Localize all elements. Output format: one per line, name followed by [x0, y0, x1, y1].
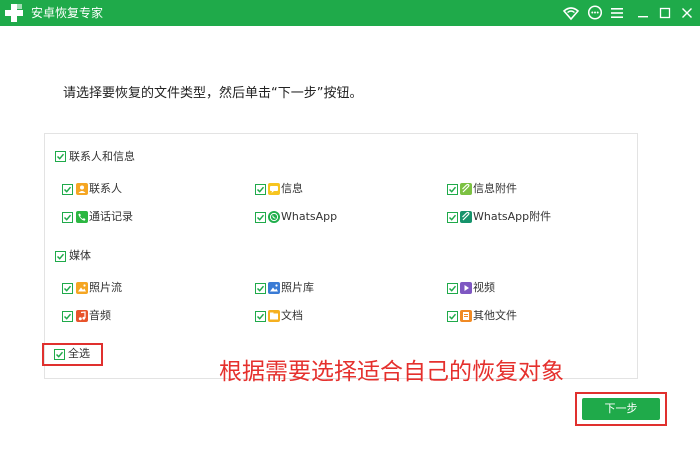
attachment-icon — [460, 183, 472, 195]
whatsapp-attachment-icon — [460, 211, 472, 223]
call-log-checkbox[interactable] — [62, 212, 73, 223]
contacts-icon — [76, 183, 88, 195]
next-button[interactable]: 下一步 — [582, 398, 660, 420]
contacts-section-label: 联系人和信息 — [69, 150, 135, 163]
document-icon — [268, 310, 280, 322]
contacts-section-checkbox[interactable] — [55, 151, 66, 162]
minimize-icon[interactable] — [634, 4, 652, 22]
maximize-icon[interactable] — [656, 4, 674, 22]
whatsapp-attachment-checkbox[interactable] — [447, 212, 458, 223]
title-bar: 安卓恢复专家 — [0, 0, 700, 26]
audio-label: 音频 — [89, 309, 111, 322]
whatsapp-icon — [268, 211, 280, 223]
file-type-panel — [44, 133, 638, 379]
video-icon — [460, 282, 472, 294]
photo-stream-label: 照片流 — [89, 281, 122, 294]
close-icon[interactable] — [678, 4, 696, 22]
video-label: 视频 — [473, 281, 495, 294]
whatsapp-label: WhatsApp — [281, 210, 338, 223]
message-checkbox[interactable] — [255, 184, 266, 195]
whatsapp-attachment-label: WhatsApp附件 — [473, 210, 552, 223]
photo-library-icon — [268, 282, 280, 294]
call-log-label: 通话记录 — [89, 210, 133, 223]
photo-library-label: 照片库 — [281, 281, 314, 294]
other-files-icon — [460, 310, 472, 322]
call-log-icon — [76, 211, 88, 223]
select-all-label[interactable]: 全选 — [68, 347, 90, 361]
contacts-label: 联系人 — [89, 182, 122, 195]
select-all-checkbox[interactable] — [54, 349, 65, 360]
document-checkbox[interactable] — [255, 311, 266, 322]
media-section-checkbox[interactable] — [55, 251, 66, 262]
audio-checkbox[interactable] — [62, 311, 73, 322]
other-files-label: 其他文件 — [473, 309, 517, 322]
wifi-icon[interactable] — [562, 4, 580, 22]
attachment-label: 信息附件 — [473, 182, 517, 195]
video-checkbox[interactable] — [447, 283, 458, 294]
photo-stream-checkbox[interactable] — [62, 283, 73, 294]
annotation-text: 根据需要选择适合自己的恢复对象 — [219, 359, 564, 385]
other-files-checkbox[interactable] — [447, 311, 458, 322]
message-label: 信息 — [281, 182, 303, 195]
audio-icon — [76, 310, 88, 322]
instruction-text: 请选择要恢复的文件类型，然后单击“下一步”按钮。 — [63, 86, 363, 101]
document-label: 文档 — [281, 309, 303, 322]
message-icon — [268, 183, 280, 195]
attachment-checkbox[interactable] — [447, 184, 458, 195]
whatsapp-checkbox[interactable] — [255, 212, 266, 223]
app-logo-icon — [5, 4, 23, 22]
photo-stream-icon — [76, 282, 88, 294]
photo-library-checkbox[interactable] — [255, 283, 266, 294]
menu-icon[interactable] — [608, 4, 626, 22]
contacts-checkbox[interactable] — [62, 184, 73, 195]
media-section-label: 媒体 — [69, 249, 91, 262]
chat-icon[interactable] — [586, 4, 604, 22]
app-title: 安卓恢复专家 — [31, 6, 104, 20]
